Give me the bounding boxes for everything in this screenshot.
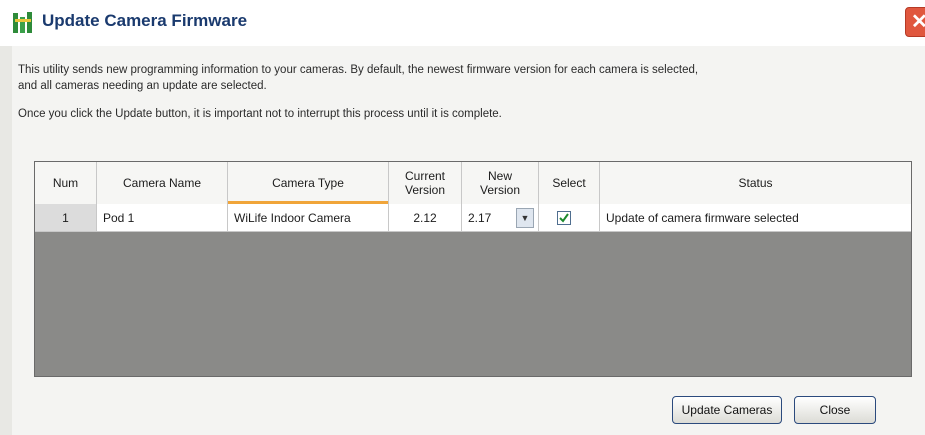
row-current-version: 2.12 [389,204,462,232]
col-header-new-version[interactable]: New Version [462,162,539,204]
row-num: 1 [35,204,97,232]
col-header-camera-name[interactable]: Camera Name [97,162,228,204]
select-cell [539,204,600,232]
update-cameras-button[interactable]: Update Cameras [672,396,782,424]
table-row[interactable]: 1 Pod 1 WiLife Indoor Camera 2.12 2.17 ▼… [35,204,911,232]
col-header-current-version[interactable]: Current Version [389,162,462,204]
row-camera-name: Pod 1 [97,204,228,232]
checkmark-icon [559,212,569,223]
description-text: This utility sends new programming infor… [18,62,913,94]
new-version-dropdown[interactable]: 2.17 ▼ [462,204,539,232]
row-status: Update of camera firmware selected [600,204,911,232]
col-header-num[interactable]: Num [35,162,97,204]
col-header-status[interactable]: Status [600,162,911,204]
camera-grid: Num Camera Name Camera Type Current Vers… [34,161,912,377]
chevron-down-icon[interactable]: ▼ [516,208,534,228]
app-icon [13,12,32,33]
grid-header: Num Camera Name Camera Type Current Vers… [35,162,911,204]
close-window-button[interactable]: ✕ [905,7,925,37]
window-title: Update Camera Firmware [42,11,248,30]
close-button[interactable]: Close [794,396,876,424]
title-bar: Update Camera Firmware ✕ [0,0,925,46]
col-header-camera-type[interactable]: Camera Type [228,162,389,204]
warning-text: Once you click the Update button, it is … [18,108,502,120]
select-checkbox[interactable] [557,210,571,225]
col-header-camera-type-label: Camera Type [272,176,344,190]
close-icon: ✕ [911,11,925,33]
row-camera-type: WiLife Indoor Camera [228,204,389,232]
window-border [0,46,12,435]
description-line-2: and all cameras needing an update are se… [18,80,267,92]
update-firmware-dialog: Update Camera Firmware ✕ This utility se… [0,0,925,435]
description-line-1: This utility sends new programming infor… [18,64,699,76]
new-version-value: 2.17 [468,210,492,225]
col-header-select[interactable]: Select [539,162,600,204]
